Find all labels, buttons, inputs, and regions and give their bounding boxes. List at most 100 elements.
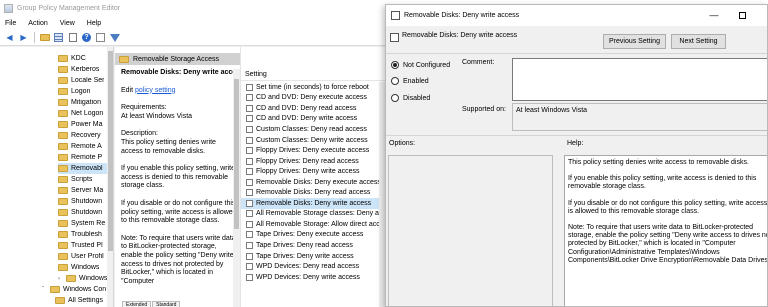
edit-policy-link[interactable]: policy setting	[135, 87, 175, 94]
tree-item[interactable]: Server Ma	[58, 185, 113, 196]
setting-row[interactable]: Custom Classes: Deny write access	[241, 135, 385, 146]
tree-item[interactable]: ˇ Windows Con	[42, 284, 113, 295]
tree-item[interactable]: Troublesh	[58, 229, 113, 240]
setting-name: Floppy Drives: Deny write access	[256, 168, 360, 176]
tree-item[interactable]: User Profil	[58, 251, 113, 262]
tree-item[interactable]: All Settings	[55, 295, 113, 306]
tree-scroll-thumb[interactable]	[108, 51, 113, 251]
tree-item[interactable]: System Re	[58, 218, 113, 229]
radio-circle[interactable]	[391, 61, 399, 69]
tree-item[interactable]: Recovery	[58, 130, 113, 141]
menu-file[interactable]: File	[5, 20, 16, 27]
up-folder-icon[interactable]	[38, 32, 51, 44]
setting-row[interactable]: Tape Drives: Deny write access	[241, 251, 385, 262]
next-setting-button[interactable]: Next Setting	[671, 34, 726, 49]
show-hide-tree-icon[interactable]	[52, 32, 65, 44]
previous-setting-button[interactable]: Previous Setting	[603, 34, 666, 49]
tree-item[interactable]: Trusted Pl	[58, 240, 113, 251]
desc-scroll-thumb[interactable]	[234, 79, 239, 229]
tree-item[interactable]: Shutdown	[58, 207, 113, 218]
chevron-right-icon[interactable]: ˇ	[42, 287, 48, 293]
setting-row[interactable]: Floppy Drives: Deny execute access	[241, 145, 385, 156]
tree-item[interactable]: › Windows T	[58, 273, 113, 284]
supported-on-field: At least Windows Vista	[512, 103, 767, 131]
setting-row[interactable]: Floppy Drives: Deny read access	[241, 156, 385, 167]
tree-pane[interactable]: KDC Kerberos Locale Ser Logon Mitigation Net …	[0, 47, 114, 307]
chevron-right-icon[interactable]: ›	[58, 276, 64, 282]
forward-arrow-icon[interactable]: ▶	[17, 32, 30, 44]
requirements-label: Requirements:	[121, 104, 167, 112]
comment-textarea[interactable]	[512, 58, 767, 101]
tree-item[interactable]: Kerberos	[58, 64, 113, 75]
radio-disabled[interactable]: Disabled	[391, 94, 430, 102]
tab-extended[interactable]: Extended	[122, 301, 152, 307]
radio-not-configured[interactable]: Not Configured	[391, 61, 450, 69]
filter-icon[interactable]	[108, 32, 121, 44]
setting-name: All Removable Storage: Allow direct acce…	[256, 220, 385, 228]
tree-item[interactable]: Removabl	[58, 163, 113, 174]
radio-circle[interactable]	[391, 94, 399, 102]
tree-item[interactable]: Net Logon	[58, 108, 113, 119]
tab-standard[interactable]: Standard	[152, 301, 181, 307]
policy-setting-icon	[246, 168, 253, 176]
setting-row[interactable]: Set time (in seconds) to force reboot	[241, 82, 385, 93]
tree-item-label: KDC	[71, 55, 86, 62]
setting-row[interactable]: Tape Drives: Deny execute access	[241, 230, 385, 241]
menu-view[interactable]: View	[60, 20, 75, 27]
folder-icon	[58, 110, 68, 117]
export-list-icon[interactable]	[66, 32, 79, 44]
setting-row[interactable]: WPD Devices: Deny write access	[241, 272, 385, 283]
folder-icon	[58, 66, 68, 73]
tree-item-label: Recovery	[71, 132, 101, 139]
setting-row[interactable]: Tape Drives: Deny read access	[241, 240, 385, 251]
maximize-icon[interactable]	[735, 8, 749, 22]
setting-row[interactable]: All Removable Storage: Allow direct acce…	[241, 219, 385, 230]
folder-icon	[66, 275, 76, 282]
setting-column-header[interactable]: Setting	[241, 69, 385, 81]
requirements: Requirements: At least Windows Vista	[121, 104, 238, 121]
tree-item[interactable]: KDC	[58, 53, 113, 64]
setting-row[interactable]: CD and DVD: Deny execute access	[241, 93, 385, 104]
tree-item[interactable]: Windows	[58, 262, 113, 273]
policy-setting-icon	[246, 147, 253, 155]
tree-item[interactable]: Remote A	[58, 141, 113, 152]
tree-item[interactable]: Locale Ser	[58, 75, 113, 86]
tree-item[interactable]: Logon	[58, 86, 113, 97]
properties-icon[interactable]	[94, 32, 107, 44]
tree-item[interactable]: Mitigation	[58, 97, 113, 108]
tree-item[interactable]: Power Ma	[58, 119, 113, 130]
setting-row[interactable]: WPD Devices: Deny read access	[241, 261, 385, 272]
desc-scrollbar[interactable]	[233, 69, 240, 307]
folder-icon	[58, 55, 68, 62]
tree-item[interactable]: Remote P	[58, 152, 113, 163]
folder-icon	[58, 198, 68, 205]
setting-row[interactable]: Removable Disks: Deny read access	[241, 188, 385, 199]
minimize-icon[interactable]: —	[707, 8, 721, 22]
setting-row[interactable]: CD and DVD: Deny write access	[241, 114, 385, 125]
tree-item[interactable]: Scripts	[58, 174, 113, 185]
policy-setting-icon	[246, 136, 253, 144]
radio-enabled[interactable]: Enabled	[391, 77, 429, 85]
setting-row[interactable]: All Removable Storage classes: Deny all …	[241, 209, 385, 220]
setting-row[interactable]: Floppy Drives: Deny write access	[241, 166, 385, 177]
setting-row[interactable]: Custom Classes: Deny read access	[241, 124, 385, 135]
tree-item-label: Remote A	[71, 143, 102, 150]
policy-setting-icon	[246, 83, 253, 91]
app-icon	[4, 3, 13, 13]
tree-item-label: Removabl	[71, 165, 103, 172]
edit-prefix: Edit	[121, 86, 134, 94]
help-icon[interactable]: ?	[80, 32, 93, 44]
radio-circle[interactable]	[391, 77, 399, 85]
menu-help[interactable]: Help	[87, 20, 101, 27]
tree-item[interactable]: Shutdown	[58, 196, 113, 207]
tree-scrollbar[interactable]	[107, 47, 113, 307]
setting-name: CD and DVD: Deny write access	[256, 115, 358, 123]
header-divider	[386, 53, 767, 54]
setting-row[interactable]: CD and DVD: Deny read access	[241, 103, 385, 114]
setting-row[interactable]: Removable Disks: Deny write access	[241, 198, 385, 209]
setting-row[interactable]: Removable Disks: Deny execute access	[241, 177, 385, 188]
folder-icon	[58, 132, 68, 139]
dialog-title-bar: Removable Disks: Deny write access —	[386, 5, 767, 26]
menu-action[interactable]: Action	[28, 20, 47, 27]
back-arrow-icon[interactable]: ◀	[3, 32, 16, 44]
